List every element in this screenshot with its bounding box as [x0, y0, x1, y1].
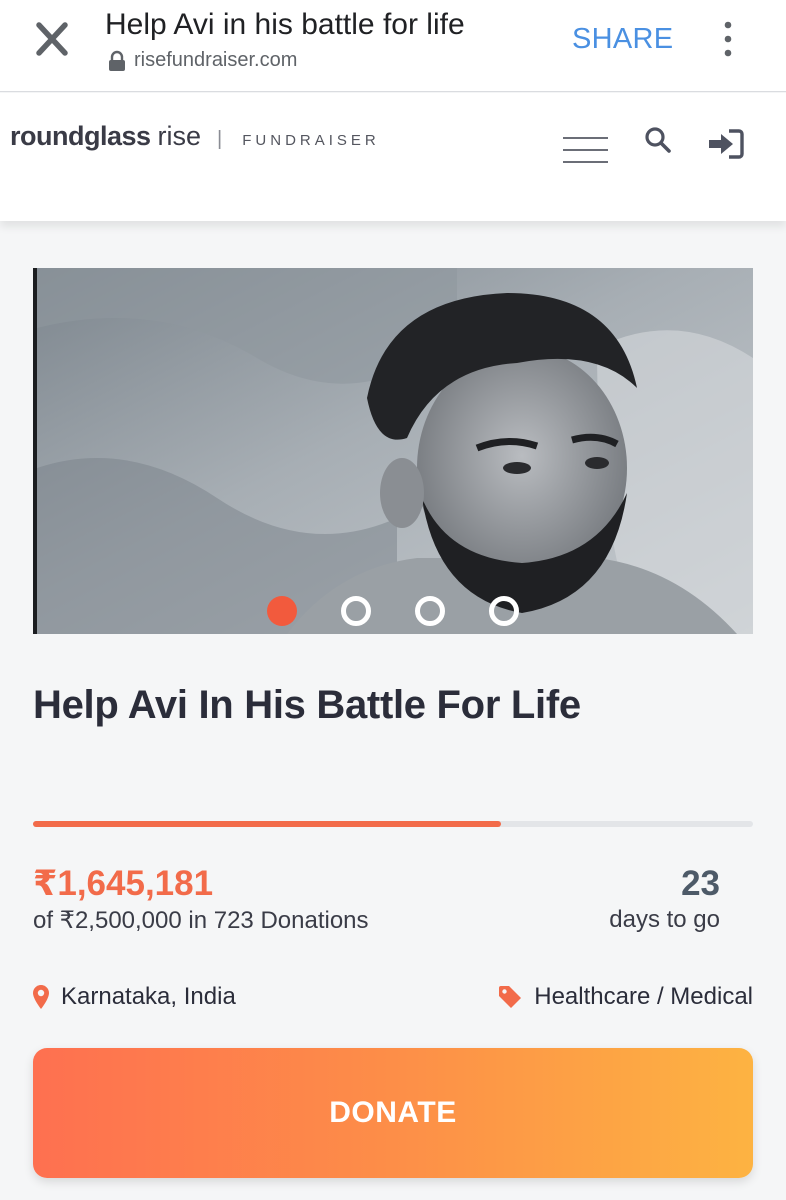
- carousel-dot-1[interactable]: [267, 596, 297, 626]
- days-left-count: 23: [681, 864, 720, 903]
- donate-button[interactable]: DONATE: [33, 1048, 753, 1178]
- campaign-category[interactable]: Healthcare / Medical: [498, 983, 753, 1011]
- location-pin-icon: [33, 985, 49, 1009]
- login-icon[interactable]: [707, 128, 745, 160]
- logo-wordmark: roundglass: [10, 121, 151, 151]
- days-left-label: days to go: [609, 906, 720, 933]
- browser-page-title: Help Avi in his battle for life: [105, 8, 465, 41]
- hamburger-menu-icon[interactable]: [563, 135, 608, 165]
- funding-progress-bar: [33, 821, 753, 827]
- lock-icon: [108, 50, 126, 72]
- carousel-dot-2[interactable]: [341, 596, 371, 626]
- amount-raised: ₹1,645,181: [33, 864, 214, 903]
- campaign-image[interactable]: [33, 268, 753, 634]
- site-logo[interactable]: roundglass rise | FUNDRAISER: [10, 121, 380, 152]
- close-icon[interactable]: [30, 20, 74, 60]
- funding-progress-fill: [33, 821, 501, 827]
- logo-rise: rise: [157, 121, 202, 151]
- logo-subtitle: FUNDRAISER: [242, 132, 380, 149]
- browser-url: risefundraiser.com: [108, 49, 297, 72]
- carousel-dot-4[interactable]: [489, 596, 519, 626]
- browser-toolbar: Help Avi in his battle for life risefund…: [0, 0, 786, 92]
- search-icon[interactable]: [644, 126, 672, 156]
- share-button[interactable]: SHARE: [572, 23, 673, 56]
- campaign-title: Help Avi In His Battle For Life: [33, 683, 581, 727]
- location-text: Karnataka, India: [61, 983, 236, 1010]
- url-text: risefundraiser.com: [134, 49, 298, 71]
- carousel-dot-3[interactable]: [415, 596, 445, 626]
- site-header: roundglass rise | FUNDRAISER: [0, 93, 786, 221]
- category-text: Healthcare / Medical: [534, 983, 753, 1010]
- tag-icon: [498, 985, 522, 1009]
- carousel-dots: [37, 268, 753, 634]
- goal-and-donations: of ₹2,500,000 in 723 Donations: [33, 907, 369, 934]
- more-options-icon[interactable]: [716, 18, 740, 60]
- campaign-location: Karnataka, India: [33, 983, 236, 1011]
- logo-separator: |: [217, 128, 223, 150]
